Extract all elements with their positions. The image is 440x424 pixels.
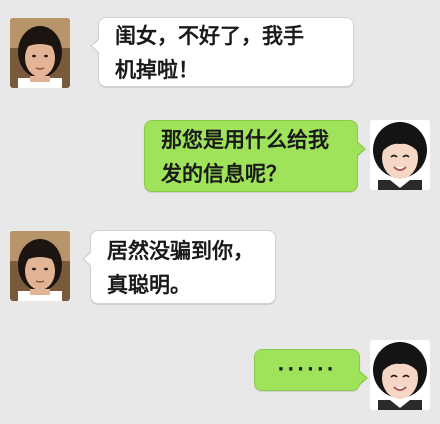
- mother-avatar[interactable]: [10, 231, 70, 301]
- mother-avatar-icon: [10, 231, 70, 301]
- daughter-avatar-icon: [370, 340, 430, 410]
- message-bubble-4[interactable]: ······: [254, 349, 368, 391]
- message-bubble-3[interactable]: 居然没骗到你， 真聪明。: [82, 230, 276, 304]
- message-text-3: 居然没骗到你， 真聪明。: [107, 239, 254, 297]
- message-bubble-2[interactable]: 那您是用什么给我 发的信息呢？: [144, 120, 366, 192]
- message-bubble-1[interactable]: 闺女，不好了，我手 机掉啦！: [90, 17, 354, 87]
- daughter-avatar[interactable]: [370, 120, 430, 190]
- message-text-2: 那您是用什么给我 发的信息呢？: [161, 128, 329, 186]
- daughter-avatar[interactable]: [370, 340, 430, 410]
- message-text-1: 闺女，不好了，我手 机掉啦！: [115, 24, 304, 82]
- mother-avatar-icon: [10, 18, 70, 88]
- message-text-4: ······: [277, 359, 337, 380]
- chat-window: 闺女，不好了，我手 机掉啦！ 那您是用什么给我 发的信息呢？ 居然没骗到你， 真…: [0, 0, 440, 424]
- mother-avatar[interactable]: [10, 18, 70, 88]
- daughter-avatar-icon: [370, 120, 430, 190]
